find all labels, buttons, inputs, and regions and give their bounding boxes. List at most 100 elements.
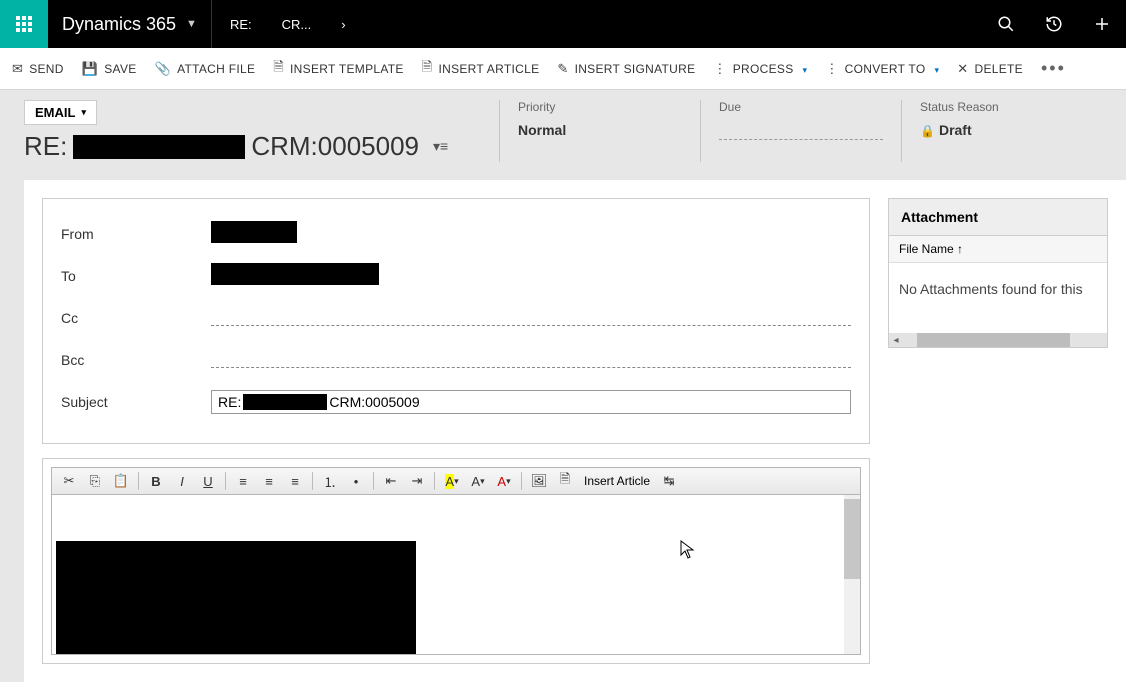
copy-button[interactable]: ⎘ [84,471,106,491]
entity-label: EMAIL [35,105,75,120]
record-header: EMAIL RE: CRM:0005009 ▾≡ Priority Normal… [0,90,1126,180]
font-color-button[interactable]: A▾ [493,471,515,491]
delete-button[interactable]: ✕ DELETE [957,61,1023,77]
cut-button[interactable]: ✂ [58,471,80,491]
template-icon: 🗎 [273,58,284,80]
text-direction-button[interactable]: ↹ [658,471,680,491]
signature-icon: ✎ [557,61,568,77]
process-icon: ⋮ [713,61,726,77]
priority-value[interactable]: Normal [518,122,682,138]
plus-icon [1093,15,1111,33]
app-launcher-button[interactable] [0,0,48,48]
send-button[interactable]: ✉SEND [12,61,64,77]
title-prefix: RE: [24,131,67,162]
italic-button[interactable]: I [171,471,193,491]
recent-button[interactable] [1030,0,1078,48]
attach-label: ATTACH FILE [177,62,255,76]
redacted-body-content [56,541,416,655]
process-label: PROCESS [733,62,794,76]
process-button[interactable]: ⋮ PROCESS [713,61,807,77]
bcc-value[interactable] [211,352,851,368]
save-button[interactable]: 💾 SAVE [82,61,137,77]
save-icon: 💾 [82,61,99,77]
mail-icon: ✉ [12,61,23,77]
align-left-button[interactable]: ≡ [232,471,254,491]
convert-to-button[interactable]: ⋮ CONVERT TO [825,61,939,77]
subject-label: Subject [61,394,211,410]
article-label: INSERT ARTICLE [438,62,539,76]
insert-article-button[interactable]: 🗎 INSERT ARTICLE [422,58,540,80]
underline-button[interactable]: U [197,471,219,491]
convert-label: CONVERT TO [845,62,926,76]
outdent-button[interactable]: ⇤ [380,471,402,491]
convert-icon: ⋮ [825,61,838,77]
bold-button[interactable]: B [145,471,167,491]
attachment-title: Attachment [889,199,1107,236]
new-record-button[interactable] [1078,0,1126,48]
highlight-button[interactable]: A▾ [441,471,463,491]
to-value[interactable] [211,263,851,290]
cc-value[interactable] [211,310,851,326]
priority-field: Priority Normal [500,100,700,162]
bullet-list-button[interactable]: • [345,471,367,491]
article-icon: 🗎 [422,58,433,80]
subject-suffix: CRM:0005009 [329,394,419,410]
attachment-h-scrollbar[interactable]: ◂ [889,333,1107,347]
subject-input[interactable]: RE: CRM:0005009 [211,390,851,414]
numbered-list-button[interactable]: ⒈ [319,471,341,491]
search-icon [997,15,1015,33]
redacted-title-part [73,135,245,159]
status-value-wrap: 🔒Draft [920,122,1084,138]
delete-label: DELETE [975,62,1023,76]
insert-template-button[interactable]: 🗎 INSERT TEMPLATE [273,58,403,80]
insert-signature-button[interactable]: ✎INSERT SIGNATURE [557,61,695,77]
paperclip-icon: 📎 [155,61,172,77]
to-label: To [61,268,211,284]
redacted-from [211,221,297,243]
insert-image-button[interactable]: 🖼 [528,471,550,491]
insert-article-editor-button[interactable]: Insert Article [580,474,654,488]
priority-label: Priority [518,100,682,114]
breadcrumb-suffix: CR... [282,17,312,32]
title-suffix: CRM:0005009 [251,131,419,162]
search-button[interactable] [982,0,1030,48]
history-icon [1045,15,1063,33]
more-commands-button[interactable]: ••• [1041,58,1066,79]
attachment-panel: Attachment File Name ↑ No Attachments fo… [888,198,1108,348]
from-value[interactable] [211,221,851,248]
editor-body[interactable] [51,495,861,655]
align-center-button[interactable]: ≡ [258,471,280,491]
command-bar: ✉SEND 💾 SAVE 📎 ATTACH FILE 🗎 INSERT TEMPLAT… [0,48,1126,90]
editor-toolbar: ✂ ⎘ 📋 B I U ≡ ≡ ≡ ⒈ • ⇤ ⇥ A▾ A▾ A▾ [51,467,861,495]
breadcrumb[interactable]: RE: CR... › [211,0,364,48]
template-label: INSERT TEMPLATE [290,62,404,76]
attach-file-button[interactable]: 📎 ATTACH FILE [155,61,256,77]
paste-button[interactable]: 📋 [110,471,132,491]
brand-title[interactable]: Dynamics 365 ▼ [48,14,211,35]
font-size-button[interactable]: A▾ [467,471,489,491]
redacted-to [211,263,379,285]
editor-scrollbar[interactable] [844,495,860,654]
entity-selector[interactable]: EMAIL [24,100,97,125]
cc-label: Cc [61,310,211,326]
delete-icon: ✕ [957,61,968,77]
chevron-right-icon: › [341,17,345,32]
insert-doc-button[interactable]: 🗎 [554,471,576,491]
align-right-button[interactable]: ≡ [284,471,306,491]
indent-button[interactable]: ⇥ [406,471,428,491]
list-view-icon[interactable]: ▾≡ [433,138,448,155]
due-field: Due [701,100,901,162]
email-body-editor: ✂ ⎘ 📋 B I U ≡ ≡ ≡ ⒈ • ⇤ ⇥ A▾ A▾ A▾ [42,458,870,664]
scroll-left-icon: ◂ [889,335,903,346]
save-label: SAVE [104,62,136,76]
from-label: From [61,226,211,242]
due-label: Due [719,100,883,114]
brand-label: Dynamics 365 [62,14,176,35]
record-title: RE: CRM:0005009 ▾≡ [24,131,479,162]
status-label: Status Reason [920,100,1084,114]
lock-icon: 🔒 [920,124,935,138]
attachment-column-header[interactable]: File Name ↑ [889,236,1107,263]
global-nav-bar: Dynamics 365 ▼ RE: CR... › [0,0,1126,48]
due-value-empty[interactable] [719,122,883,140]
waffle-icon [16,16,32,32]
